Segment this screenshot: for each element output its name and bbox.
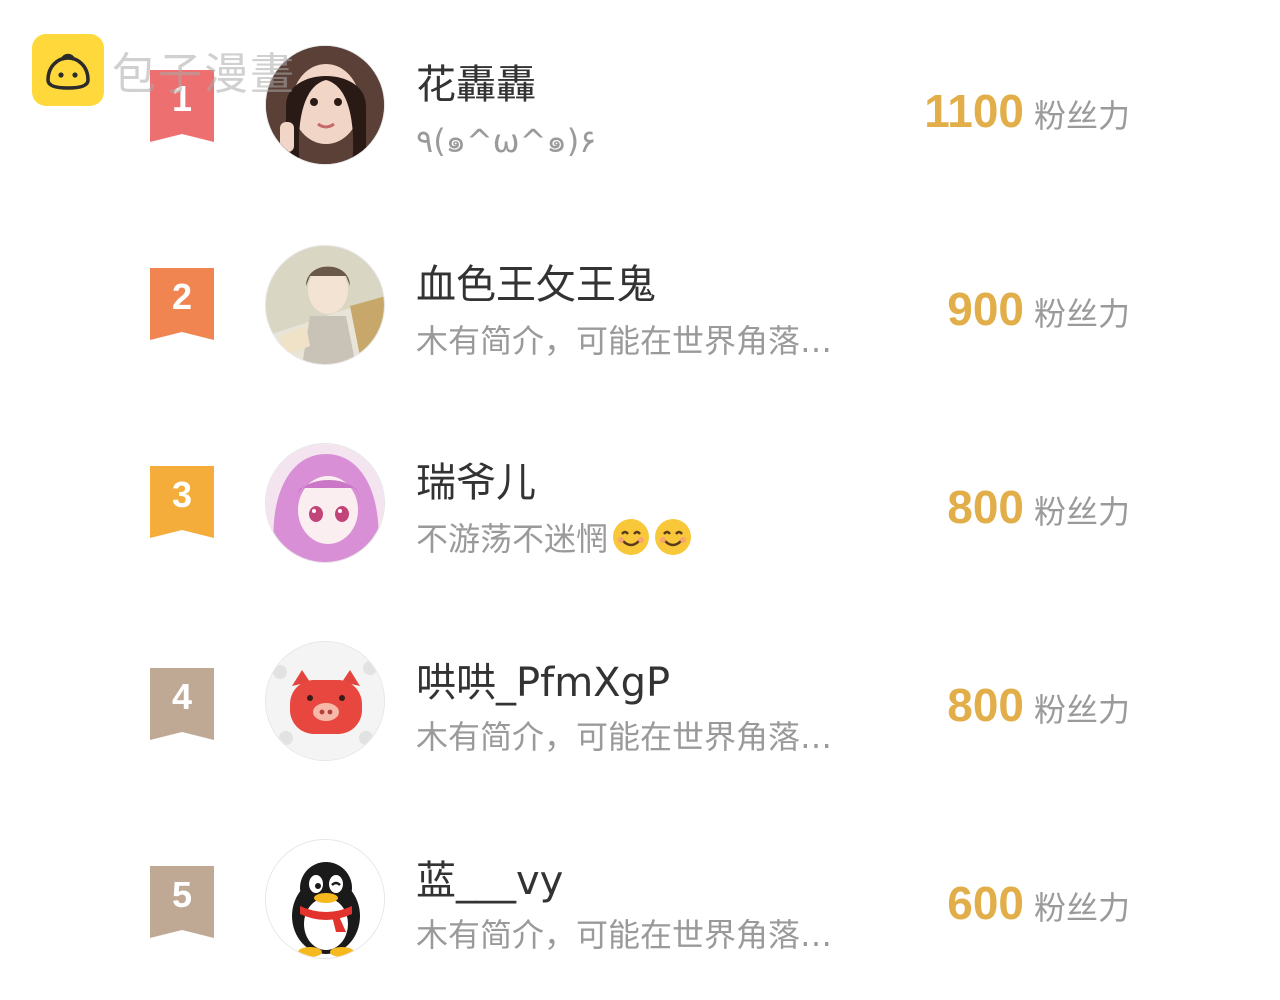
ranking-row[interactable]: 4 哄哄_PfmXgP 木有简介，可能在世界角落… 800 粉丝力 [0, 594, 1280, 792]
ranking-row[interactable]: 5 蓝___vy 木有简介，可能在世界角落… 600 粉丝力 [0, 792, 1280, 990]
user-name[interactable]: 哄哄_PfmXgP [416, 650, 670, 708]
user-name[interactable]: 瑞爷儿 [416, 450, 536, 508]
fan-power-value: 600 [947, 877, 1024, 929]
watermark-text: 包子漫畫 [112, 49, 296, 100]
user-bio-text: 不游荡不迷惘 [416, 520, 609, 558]
rank-badge: 3 [150, 466, 214, 538]
user-name[interactable]: 血色王攵王鬼 [416, 252, 656, 310]
avatar[interactable] [265, 641, 385, 761]
user-name[interactable]: 花轟轟 [416, 52, 536, 110]
user-name[interactable]: 蓝___vy [416, 848, 563, 906]
user-bio: 不游荡不迷惘 [416, 514, 876, 560]
smile-emoji-icon [655, 519, 692, 555]
fan-power: 800 粉丝力 [947, 678, 1130, 732]
fan-power-unit: 粉丝力 [1033, 889, 1130, 927]
ranking-row[interactable]: 2 血色王攵王鬼 木有简介，可能在世界角落… 900 粉丝力 [0, 198, 1280, 396]
rank-badge: 5 [150, 866, 214, 938]
fan-power-unit: 粉丝力 [1033, 295, 1130, 333]
fan-power: 600 粉丝力 [947, 876, 1130, 930]
user-bio: 木有简介，可能在世界角落… [416, 916, 833, 954]
rank-number: 2 [171, 276, 193, 317]
user-bio: 木有简介，可能在世界角落… [416, 718, 833, 756]
fan-power-value: 900 [947, 283, 1024, 335]
fan-power-value: 1100 [924, 85, 1024, 137]
rank-number: 4 [171, 676, 193, 717]
fan-power-unit: 粉丝力 [1033, 691, 1130, 729]
ranking-row[interactable]: 3 瑞爷儿 不游荡不迷惘 800 粉丝力 [0, 396, 1280, 594]
fan-ranking-page: 包子漫畫 1 花轟轟 ٩(๑^ω^๑)۶ 1100 粉丝力 2 血色王攵王鬼 木… [0, 0, 1280, 1000]
bun-logo-icon [32, 34, 104, 106]
fan-power-value: 800 [947, 679, 1024, 731]
rank-badge: 2 [150, 268, 214, 340]
user-bio: ٩(๑^ω^๑)۶ [416, 122, 597, 160]
fan-power: 900 粉丝力 [947, 282, 1130, 336]
fan-power-unit: 粉丝力 [1033, 493, 1130, 531]
avatar[interactable] [265, 443, 385, 563]
watermark: 包子漫畫 [32, 34, 296, 106]
fan-power: 800 粉丝力 [947, 480, 1130, 534]
smile-emoji-icon [613, 519, 650, 555]
rank-badge: 4 [150, 668, 214, 740]
fan-power-unit: 粉丝力 [1033, 97, 1130, 135]
fan-power-value: 800 [947, 481, 1024, 533]
rank-number: 3 [171, 474, 193, 515]
fan-power: 1100 粉丝力 [924, 84, 1130, 138]
rank-number: 5 [171, 874, 193, 915]
user-bio: 木有简介，可能在世界角落… [416, 322, 833, 360]
avatar[interactable] [265, 245, 385, 365]
avatar[interactable] [265, 839, 385, 959]
